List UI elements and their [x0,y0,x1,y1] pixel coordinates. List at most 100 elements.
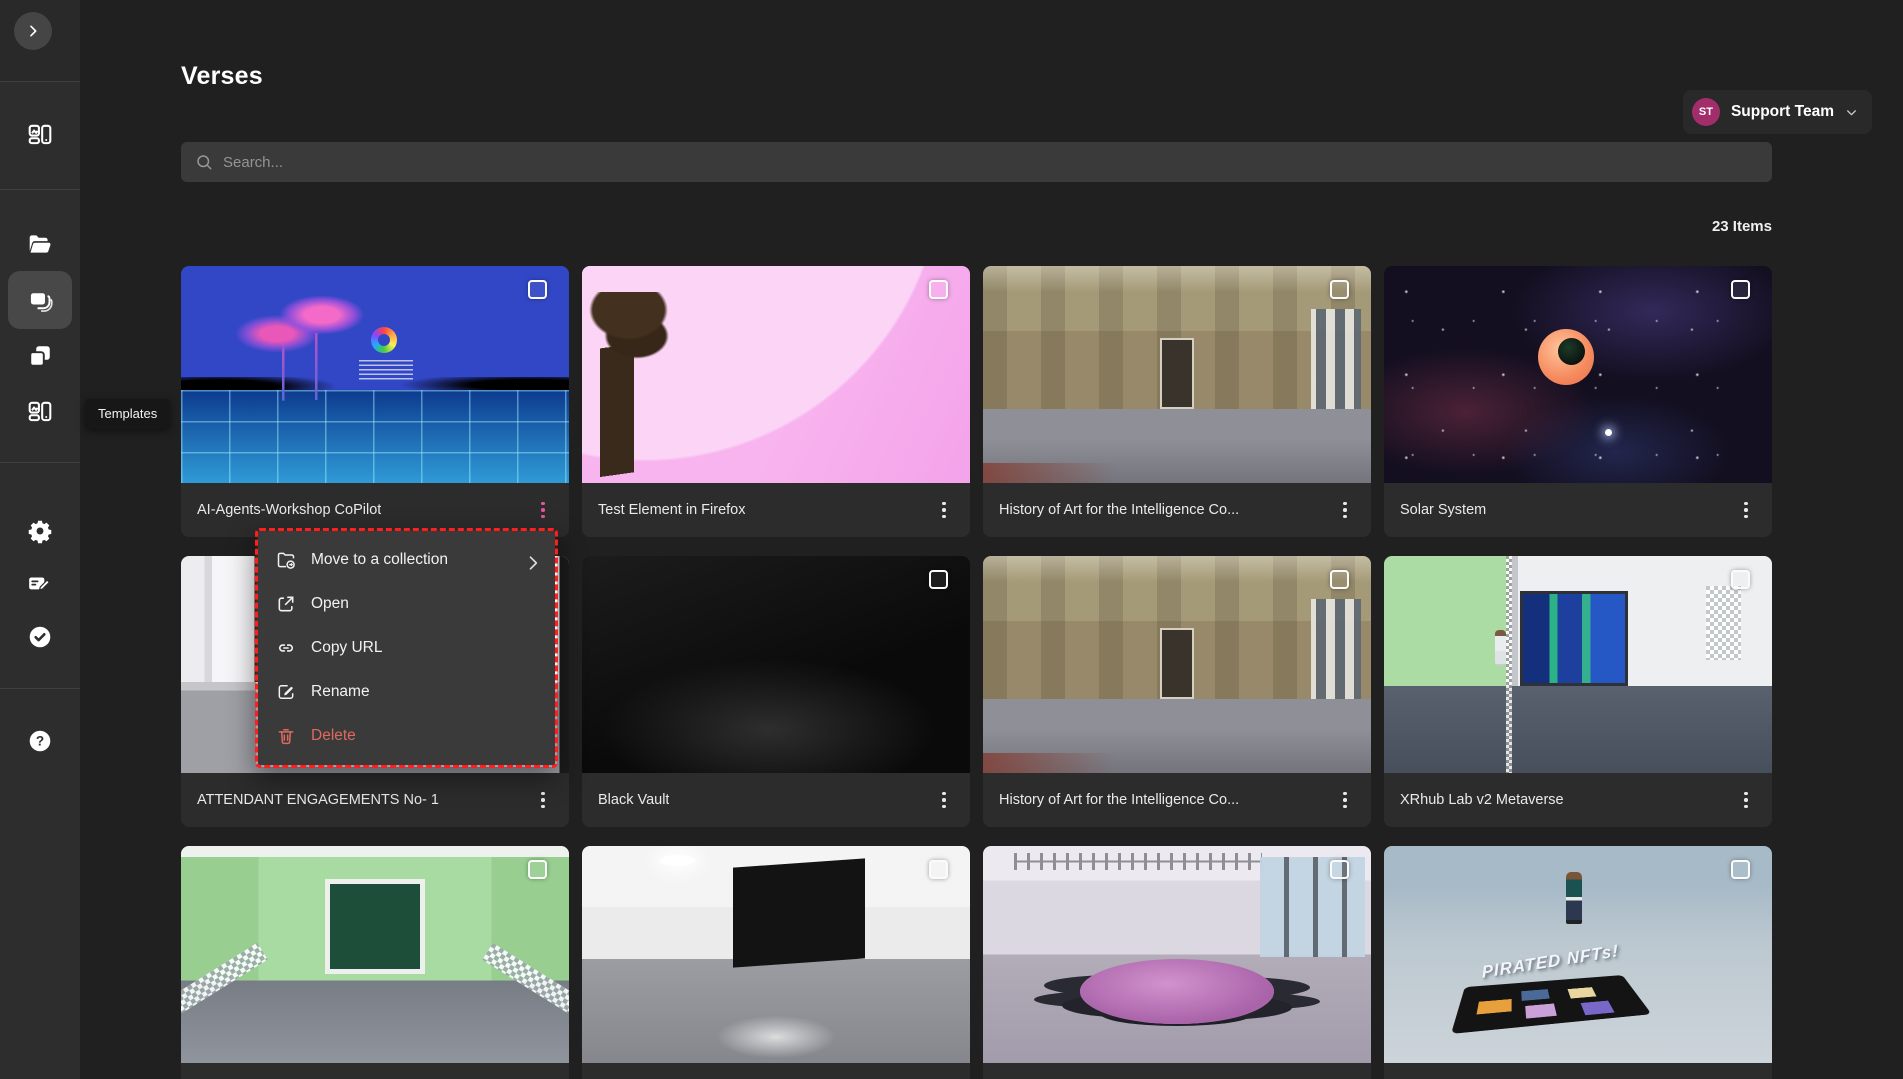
sidebar-item-collections[interactable] [14,334,66,378]
verse-thumbnail[interactable]: PIRATED NFTs! [1384,846,1772,1063]
kebab-menu-button[interactable] [928,1072,960,1079]
card-title-bar [181,1063,569,1079]
verse-thumbnail[interactable] [181,266,569,483]
verse-thumbnail[interactable] [582,266,970,483]
select-checkbox[interactable] [1330,280,1349,299]
select-checkbox[interactable] [929,280,948,299]
sidebar-divider [0,81,80,82]
kebab-menu-button[interactable] [527,1072,559,1079]
select-checkbox[interactable] [929,860,948,879]
verse-card[interactable] [983,846,1371,1079]
verse-thumbnail[interactable] [582,846,970,1063]
select-checkbox[interactable] [1731,280,1750,299]
sidebar-item-verses[interactable] [8,271,72,329]
kebab-menu-button[interactable] [527,782,559,818]
kebab-menu-button[interactable] [1329,1072,1361,1079]
thumbnail-art [1450,975,1652,1034]
sidebar-divider [0,462,80,463]
verse-card[interactable]: PIRATED NFTs! [1384,846,1772,1079]
sidebar-item-feedback[interactable] [14,562,66,606]
verse-thumbnail[interactable] [983,266,1371,483]
folder-move-icon [276,550,296,570]
verse-thumbnail[interactable] [582,556,970,773]
verse-title: Black Vault [598,792,669,808]
user-menu-button[interactable]: ST Support Team [1683,90,1872,134]
menu-item-label: Delete [311,727,356,745]
sidebar-item-approvals[interactable] [14,615,66,659]
kebab-menu-button[interactable] [928,782,960,818]
card-title-bar: Test Element in Firefox [582,483,970,537]
thumbnail-art [1566,872,1582,924]
card-title-bar [983,1063,1371,1079]
select-checkbox[interactable] [1731,860,1750,879]
kebab-menu-button[interactable] [1730,492,1762,528]
thumbnail-art [1160,628,1195,700]
select-checkbox[interactable] [929,570,948,589]
verse-thumbnail[interactable] [181,846,569,1063]
copy-icon [27,343,53,369]
select-checkbox[interactable] [528,280,547,299]
gear-icon [27,518,53,544]
search-input[interactable] [223,154,1758,171]
external-link-icon [276,594,296,614]
select-checkbox[interactable] [1330,860,1349,879]
verse-card[interactable] [582,846,970,1079]
thumbnail-art [1495,630,1506,666]
thumbnail-art [371,327,397,353]
card-title-bar [1384,1063,1772,1079]
select-checkbox[interactable] [1731,570,1750,589]
sidebar-item-files[interactable] [14,222,66,266]
card-edit-icon [27,571,53,597]
thumbnail-art [1160,338,1195,410]
help-icon: ? [27,728,53,754]
select-checkbox[interactable] [1330,570,1349,589]
verse-title: XRhub Lab v2 Metaverse [1400,792,1564,808]
thumbnail-art [582,292,671,483]
kebab-menu-button[interactable] [928,492,960,528]
menu-item-label: Copy URL [311,639,383,657]
menu-item-move-to-collection[interactable]: Move to a collection [258,538,555,582]
sidebar-divider [0,189,80,190]
select-checkbox[interactable] [528,860,547,879]
thumbnail-art [181,942,268,1012]
chevron-down-icon [1845,106,1858,119]
sidebar-item-settings[interactable] [14,509,66,553]
verse-thumbnail[interactable] [983,846,1371,1063]
layers-icon [27,287,54,314]
menu-item-rename[interactable]: Rename [258,670,555,714]
sidebar-item-templates[interactable] [14,390,66,434]
verse-card[interactable]: Black Vault [582,556,970,827]
verse-thumbnail[interactable] [983,556,1371,773]
verse-card[interactable]: Test Element in Firefox [582,266,970,537]
verse-card[interactable]: History of Art for the Intelligence Co..… [983,266,1371,537]
kebab-menu-button[interactable] [1730,1072,1762,1079]
kebab-menu-button[interactable] [1329,492,1361,528]
chevron-right-icon [523,553,537,567]
verse-card[interactable]: Solar System [1384,266,1772,537]
verse-thumbnail[interactable] [1384,266,1772,483]
context-menu: Move to a collection Open Copy URL R [255,528,558,768]
templates-tooltip: Templates [85,399,170,429]
menu-item-copy-url[interactable]: Copy URL [258,626,555,670]
sidebar-item-dashboard[interactable] [14,113,66,157]
kebab-menu-button[interactable] [527,492,559,528]
thumbnail-art [1260,857,1365,957]
verse-card[interactable]: History of Art for the Intelligence Co..… [983,556,1371,827]
thumbnail-art [325,879,426,974]
menu-item-open[interactable]: Open [258,582,555,626]
card-title-bar: ATTENDANT ENGAGEMENTS No- 1 [181,773,569,827]
sidebar-item-help[interactable]: ? [14,719,66,763]
user-name: Support Team [1731,103,1834,121]
verse-card[interactable]: XRhub Lab v2 Metaverse [1384,556,1772,827]
verse-card[interactable] [181,846,569,1079]
sidebar-expand-button[interactable] [14,12,52,50]
kebab-menu-button[interactable] [1730,782,1762,818]
kebab-menu-button[interactable] [1329,782,1361,818]
verse-title: History of Art for the Intelligence Co..… [999,792,1239,808]
menu-item-delete[interactable]: Delete [258,714,555,758]
card-title-bar: History of Art for the Intelligence Co..… [983,773,1371,827]
page-title: Verses [181,62,1772,91]
trash-icon [276,726,296,746]
verse-thumbnail[interactable] [1384,556,1772,773]
verse-card[interactable]: AI-Agents-Workshop CoPilot [181,266,569,537]
